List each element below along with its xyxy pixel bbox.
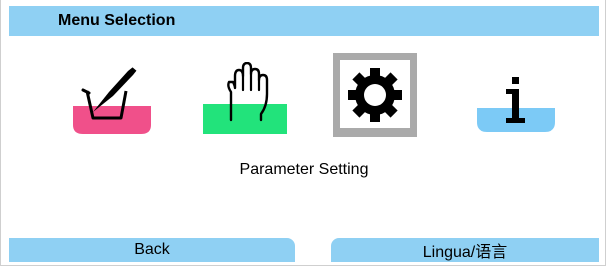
screen-frame: Menu Selection Parameter Setting Back Li… [0,0,606,266]
header-bar: Menu Selection [9,6,599,36]
back-button[interactable]: Back [9,238,295,262]
menu-item-calibration[interactable] [69,62,155,136]
language-button[interactable]: Lingua/语言 [331,238,599,262]
hand-icon [203,62,287,134]
language-button-label: Lingua/语言 [422,244,508,261]
beaker-pencil-icon [73,64,151,134]
menu-item-diagnostics[interactable] [473,62,559,136]
menu-item-parameter-setting[interactable] [333,53,417,137]
selected-item-label: Parameter Setting [239,161,369,178]
gear-icon [333,53,417,137]
page-title: Menu Selection [58,12,176,29]
info-icon [477,77,555,132]
menu-item-maintenance[interactable] [201,62,287,136]
back-button-label: Back [134,241,170,258]
